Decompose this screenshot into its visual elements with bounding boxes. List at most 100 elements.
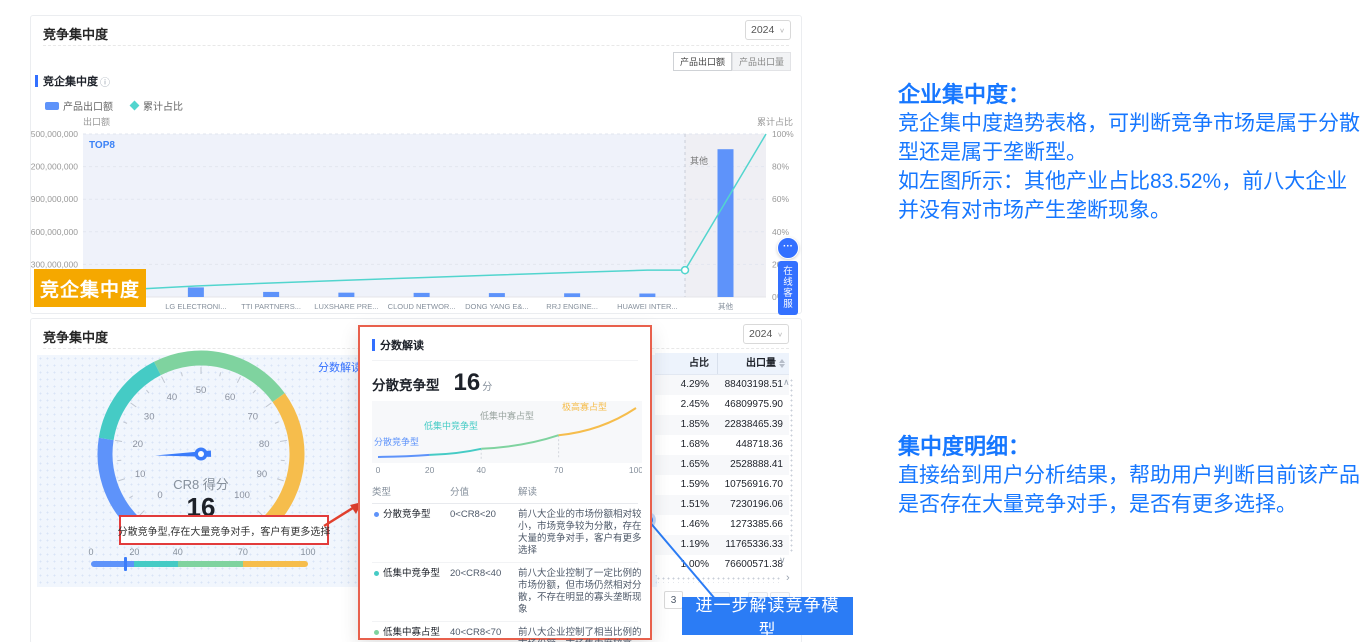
svg-text:40: 40 (167, 392, 178, 403)
type-dot-icon (374, 512, 379, 517)
slider-tick-0: 0 (88, 547, 93, 557)
column-header: 分值 (450, 487, 518, 499)
table-header-row: 类型分值解读 (372, 483, 638, 504)
svg-text:50: 50 (196, 385, 207, 396)
vertical-scrollbar[interactable] (789, 378, 794, 554)
info-icon[interactable]: ⓘ (100, 74, 110, 89)
result-note-box: 分散竞争型,存在大量竞争对手，客户有更多选择 (119, 515, 329, 545)
svg-text:70: 70 (247, 411, 258, 422)
svg-text:40: 40 (476, 465, 486, 475)
interpret-model-button[interactable]: 进一步解读竞争模型 (682, 597, 853, 635)
scroll-right-icon[interactable]: › (786, 572, 790, 584)
annotation-block-detail: 集中度明细： 直接给到用户分析结果，帮助用户判断目前该产品是否存在大量竞争对手，… (898, 432, 1364, 519)
annotation-badge-top: 竞企集中度 (34, 269, 146, 307)
svg-text:70: 70 (554, 465, 564, 475)
svg-text:DONG YANG E&...: DONG YANG E&... (465, 302, 529, 311)
table-cell: 2.45% (655, 395, 717, 415)
svg-text:60: 60 (225, 392, 236, 403)
year-select[interactable]: 2024 ∨ (745, 20, 791, 40)
column-header-volume[interactable]: 出口量 (717, 353, 789, 374)
svg-text:30: 30 (144, 411, 155, 422)
svg-text:极高寡占型: 极高寡占型 (562, 401, 607, 412)
year-select-value: 2024 (751, 24, 774, 36)
svg-text:40%: 40% (772, 227, 789, 237)
svg-text:100: 100 (629, 465, 642, 475)
table-cell: 1.19% (655, 535, 717, 555)
table-row: 1.19%11765336.33 (655, 535, 789, 555)
svg-text:其他: 其他 (718, 301, 733, 311)
score-type: 分散竞争型 (372, 374, 440, 394)
slider-value-marker (124, 557, 127, 571)
table-cell: 7230196.06 (717, 495, 789, 515)
table-row: 2.45%46809975.90 (655, 395, 789, 415)
table-row: 1.46%1273385.66 (655, 515, 789, 535)
online-service-widget[interactable]: ··· 在线客服 (777, 237, 799, 315)
svg-text:900,000,000: 900,000,000 (31, 194, 78, 204)
svg-text:低集中寡占型: 低集中寡占型 (480, 410, 534, 421)
svg-text:LUXSHARE PRE...: LUXSHARE PRE... (314, 302, 378, 311)
section-accent-bar (372, 339, 375, 351)
svg-text:600,000,000: 600,000,000 (31, 227, 78, 237)
metric-tab-产品出口额[interactable]: 产品出口额 (673, 52, 732, 71)
table-cell: 1.85% (655, 415, 717, 435)
slider-segment (178, 561, 243, 567)
slider-tick-70: 70 (238, 547, 248, 557)
range-cell: 40<CR8<70 (450, 627, 518, 642)
type-cell: 分散竞争型 (372, 509, 450, 557)
online-service-label[interactable]: 在线客服 (778, 261, 798, 315)
svg-text:300,000,000: 300,000,000 (31, 259, 78, 269)
table-row: 1.68%448718.36 (655, 435, 789, 455)
table-cell: 1.65% (655, 455, 717, 475)
table-cell: 11765336.33 (717, 535, 789, 555)
chat-dots-icon[interactable]: ··· (777, 237, 799, 259)
scroll-up-icon[interactable]: ∧ (783, 377, 790, 388)
table-row: 1.85%22838465.39 (655, 415, 789, 435)
range-cell: 0<CR8<20 (450, 509, 518, 557)
svg-text:0: 0 (157, 490, 162, 501)
svg-text:HUAWEI INTER...: HUAWEI INTER... (617, 302, 678, 311)
horizontal-scrollbar[interactable] (656, 576, 782, 583)
legend-label: 产品出口额 (63, 98, 113, 113)
table-row: 低集中竞争型20<CR8<40前八大企业控制了一定比例的市场份额，但市场仍然相对… (372, 563, 638, 622)
year-select[interactable]: 2024 ∨ (743, 324, 789, 344)
annotation-paragraph: 竞企集中度趋势表格，可判断竞争市场是属于分散型还是属于垄断型。 (898, 109, 1364, 167)
column-header: 解读 (518, 487, 642, 499)
slider-tick-20: 20 (129, 547, 139, 557)
page-title: 竞争集中度 (43, 327, 108, 346)
table-cell: 1.51% (655, 495, 717, 515)
sort-icon[interactable] (779, 359, 785, 368)
diamond-legend-marker (130, 101, 140, 111)
svg-text:20: 20 (132, 439, 143, 450)
annotation-paragraph: 如左图所示：其他产业占比83.52%，前八大企业并没有对市场产生垄断现象。 (898, 167, 1364, 225)
scroll-down-icon[interactable]: ∨ (779, 555, 786, 566)
popup-header: 分数解读 (372, 337, 638, 361)
svg-text:100: 100 (234, 490, 250, 501)
table-row: 4.29%88403198.51 (655, 375, 789, 395)
table-cell: 22838465.39 (717, 415, 789, 435)
metric-tab-产品出口量[interactable]: 产品出口量 (732, 52, 791, 71)
svg-text:90: 90 (257, 469, 268, 480)
annotation-title: 企业集中度： (898, 80, 1364, 109)
score-unit: 分 (482, 378, 492, 393)
annotation-block-enterprise: 企业集中度： 竞企集中度趋势表格，可判断竞争市场是属于分散型还是属于垄断型。如左… (898, 80, 1364, 225)
chevron-down-icon: ∨ (779, 26, 785, 33)
score-explain-popup: 分数解读 分散竞争型 16 分 0204070100分散竞争型低集中竞争型低集中… (358, 325, 652, 640)
table-cell: 4.29% (655, 375, 717, 395)
column-header-share[interactable]: 占比 (655, 353, 717, 374)
page-title: 竞争集中度 (43, 24, 108, 43)
svg-text:低集中竞争型: 低集中竞争型 (424, 420, 478, 431)
section-title: 竞企集中度 ⓘ (35, 73, 110, 89)
table-cell: 1273385.66 (717, 515, 789, 535)
table-cell: 1.59% (655, 475, 717, 495)
slider-segment (91, 561, 134, 567)
chart-legend: 产品出口额累计占比 (45, 98, 183, 113)
column-header: 类型 (372, 487, 450, 499)
svg-text:CR8 得分: CR8 得分 (173, 477, 229, 492)
slider-segment (134, 561, 177, 567)
year-select-value: 2024 (749, 328, 772, 340)
svg-text:TTI PARTNERS...: TTI PARTNERS... (241, 302, 301, 311)
metric-tab-group: 产品出口额产品出口量 (673, 52, 791, 71)
svg-text:分散竞争型: 分散竞争型 (374, 436, 419, 447)
svg-text:100%: 100% (772, 129, 794, 139)
pagination-page-3[interactable]: 3 (664, 591, 683, 609)
